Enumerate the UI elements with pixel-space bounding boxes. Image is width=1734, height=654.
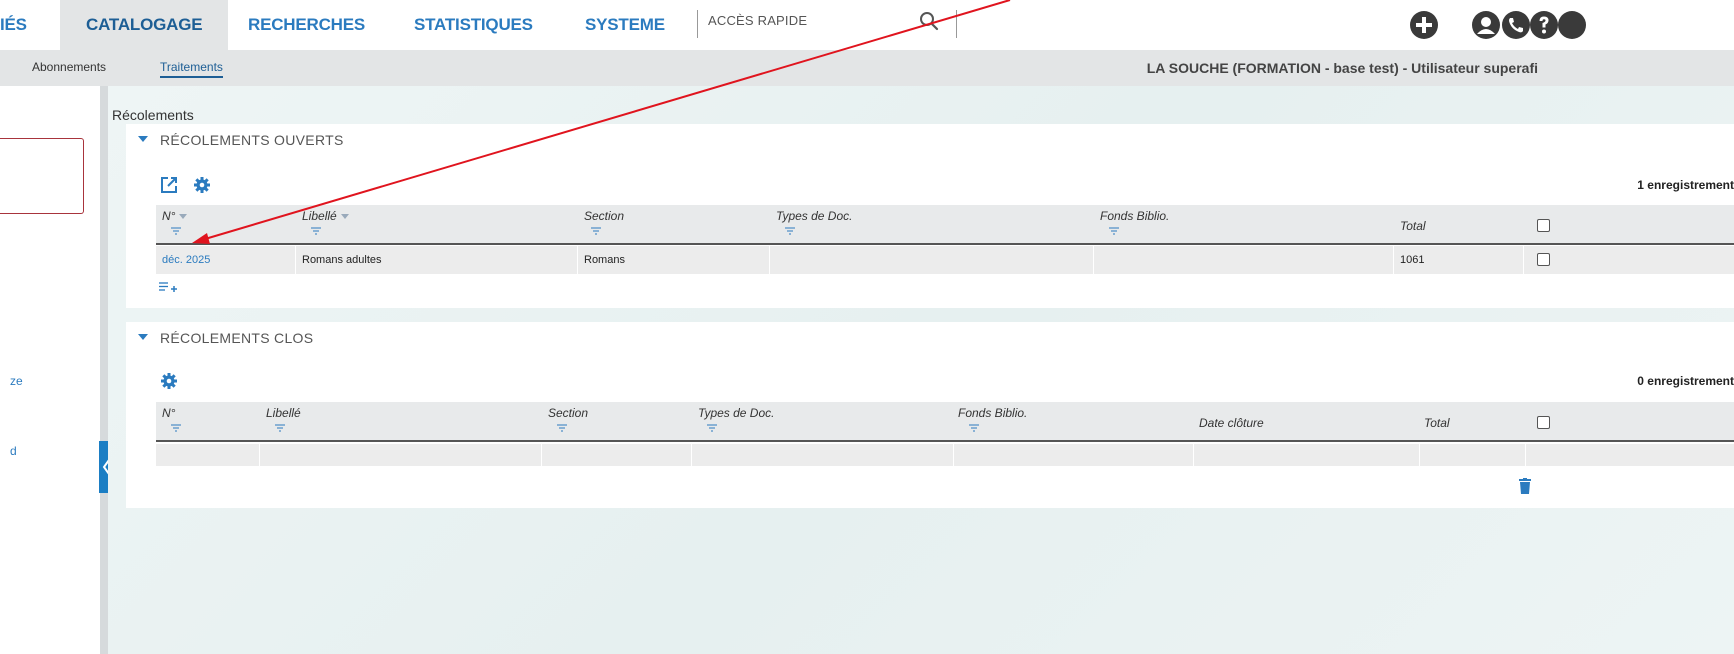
cell-num-link[interactable]: déc. 2025 [156, 246, 296, 274]
filter-icon[interactable] [968, 424, 980, 432]
subnav-item-abonnements[interactable]: Abonnements [32, 60, 106, 74]
nav-separator [697, 10, 698, 38]
record-count: 1 enregistrement [1637, 178, 1734, 192]
gear-icon[interactable] [160, 372, 178, 390]
filter-icon[interactable] [310, 227, 322, 235]
filter-icon[interactable] [556, 424, 568, 432]
column-header-date-cloture[interactable]: Date clôture [1199, 416, 1264, 430]
main-content: Récolements RÉCOLEMENTS OUVERTS 1 enregi… [108, 86, 1734, 654]
filter-icon[interactable] [1108, 227, 1120, 235]
nav-item-catalogage[interactable]: CATALOGAGE [60, 0, 229, 50]
settings-icon[interactable] [1556, 9, 1588, 41]
empty-cell [542, 444, 692, 466]
cell-total: 1061 [1394, 246, 1524, 274]
left-panel: ze d [0, 86, 100, 654]
nav-item-systeme[interactable]: SYSTEME [585, 0, 665, 50]
search-icon[interactable] [918, 10, 940, 32]
filter-icon[interactable] [170, 424, 182, 432]
subnav-item-traitements[interactable]: Traitements [160, 60, 223, 78]
column-header-libelle[interactable]: Libellé [302, 209, 349, 223]
column-header-num[interactable]: N° [162, 406, 175, 420]
cell-libelle: Romans adultes [296, 246, 578, 274]
left-highlight-box [0, 138, 84, 214]
cell-section: Romans [578, 246, 770, 274]
closed-panel-header[interactable]: RÉCOLEMENTS CLOS [138, 330, 313, 346]
left-link[interactable]: d [10, 444, 17, 458]
top-navigation: IÉS CATALOGAGE RECHERCHES STATISTIQUES S… [0, 0, 1734, 50]
select-all-checkbox[interactable] [1537, 416, 1550, 429]
empty-cell [260, 444, 542, 466]
base-info: LA SOUCHE (FORMATION - base test) - Util… [1146, 60, 1538, 76]
page-title: Récolements [112, 107, 194, 123]
column-header-libelle[interactable]: Libellé [266, 406, 301, 420]
row-checkbox[interactable] [1537, 253, 1550, 266]
nav-item-ies[interactable]: IÉS [0, 0, 27, 50]
filter-icon[interactable] [784, 227, 796, 235]
column-header-total[interactable]: Total [1400, 219, 1426, 233]
left-panel-border [100, 86, 108, 654]
nav-separator [956, 10, 957, 38]
filter-icon[interactable] [170, 227, 182, 235]
table-header: N° Libellé Section Types de Doc. Fonds B… [156, 205, 1734, 245]
nav-item-statistiques[interactable]: STATISTIQUES [414, 0, 533, 50]
sort-icon [340, 214, 349, 220]
filter-icon[interactable] [590, 227, 602, 235]
empty-cell [954, 444, 1194, 466]
column-header-num[interactable]: N° [162, 209, 188, 223]
quick-access-input[interactable]: ACCÈS RAPIDE [708, 13, 807, 28]
empty-cell [156, 444, 260, 466]
closed-recolements-panel: RÉCOLEMENTS CLOS 0 enregistrement N° Lib… [126, 322, 1734, 508]
cell-fonds [1094, 246, 1394, 274]
record-count: 0 enregistrement [1637, 374, 1734, 388]
export-icon[interactable] [160, 176, 178, 194]
column-header-types[interactable]: Types de Doc. [776, 209, 852, 223]
user-icon[interactable] [1470, 9, 1502, 41]
table-header: N° Libellé Section Types de Doc. Fonds B… [156, 402, 1734, 442]
filter-icon[interactable] [274, 424, 286, 432]
cell-types [770, 246, 1094, 274]
sub-navigation: Abonnements Traitements LA SOUCHE (FORMA… [0, 50, 1734, 86]
empty-cell [1194, 444, 1420, 466]
caret-down-icon [138, 334, 148, 341]
table-row[interactable]: déc. 2025 Romans adultes Romans 1061 [156, 246, 1734, 274]
empty-cell [692, 444, 954, 466]
select-all-checkbox[interactable] [1537, 219, 1550, 232]
sort-icon [179, 214, 188, 220]
add-circle-icon[interactable] [1408, 9, 1440, 41]
column-header-fonds[interactable]: Fonds Biblio. [1100, 209, 1169, 223]
empty-cell [1420, 444, 1526, 466]
filter-icon[interactable] [706, 424, 718, 432]
left-link[interactable]: ze [10, 374, 23, 388]
column-header-section[interactable]: Section [584, 209, 624, 223]
add-filter-icon[interactable] [158, 280, 178, 294]
open-panel-header[interactable]: RÉCOLEMENTS OUVERTS [138, 132, 344, 148]
table-row-empty [156, 444, 1734, 466]
column-header-total[interactable]: Total [1424, 416, 1450, 430]
column-header-fonds[interactable]: Fonds Biblio. [958, 406, 1027, 420]
open-recolements-panel: RÉCOLEMENTS OUVERTS 1 enregistrement N° … [126, 124, 1734, 308]
caret-down-icon [138, 136, 148, 143]
column-header-section[interactable]: Section [548, 406, 588, 420]
trash-icon[interactable] [1519, 478, 1531, 494]
nav-item-recherches[interactable]: RECHERCHES [248, 0, 365, 50]
column-header-types[interactable]: Types de Doc. [698, 406, 774, 420]
gear-icon[interactable] [193, 176, 211, 194]
